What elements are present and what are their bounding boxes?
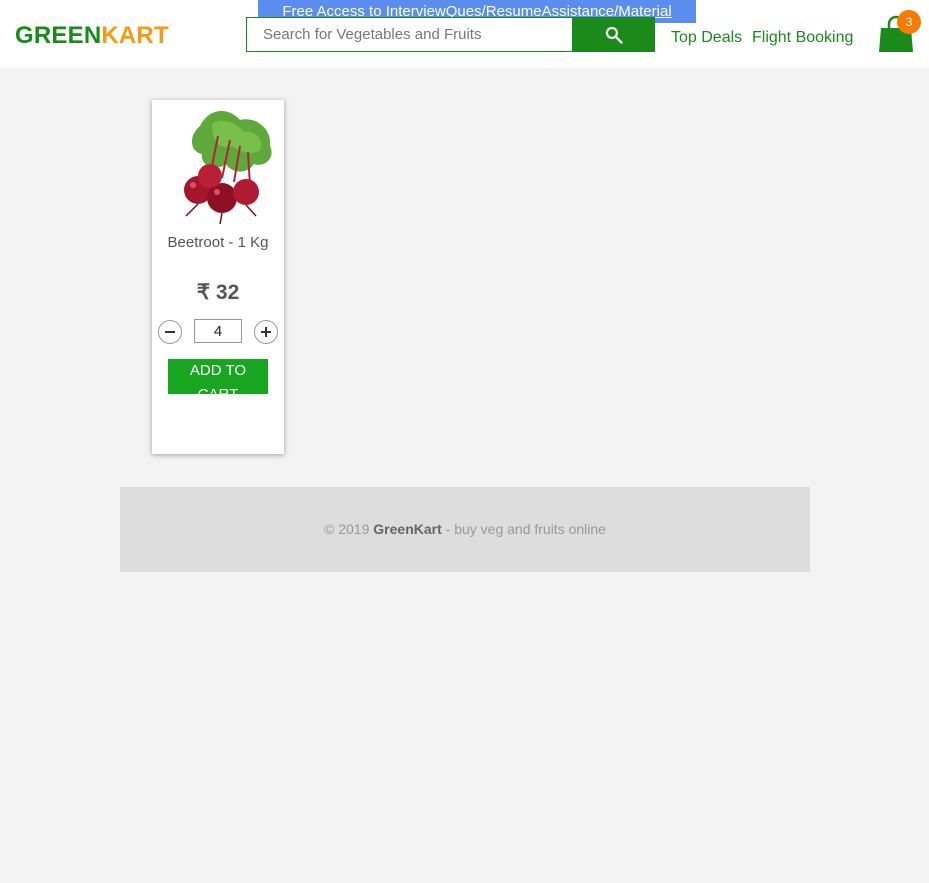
nav-flight-booking[interactable]: Flight Booking [752, 29, 853, 47]
logo[interactable]: GREENKART [15, 22, 169, 50]
logo-green-text: GREEN [15, 22, 102, 49]
footer-suffix: - buy veg and fruits online [441, 521, 606, 537]
product-card: Beetroot - 1 Kg ₹ 32 ADD TO CART [152, 100, 284, 454]
decrement-button[interactable] [158, 320, 182, 344]
search-input[interactable] [246, 17, 573, 52]
plus-icon [261, 327, 271, 337]
search-icon [605, 26, 623, 44]
footer-prefix: © 2019 [324, 521, 374, 537]
quantity-input[interactable] [194, 319, 242, 343]
increment-button[interactable] [254, 320, 278, 344]
nav-top-deals[interactable]: Top Deals [671, 29, 742, 47]
add-to-cart-button[interactable]: ADD TO CART [168, 359, 268, 394]
product-price: ₹ 32 [196, 281, 240, 304]
product-name: Beetroot - 1 Kg [167, 234, 269, 251]
header: Free Access to InterviewQues/ResumeAssis… [0, 0, 929, 68]
footer: © 2019 GreenKart - buy veg and fruits on… [120, 487, 810, 572]
beetroot-image [184, 110, 272, 225]
minus-icon [165, 331, 175, 333]
search-bar [246, 17, 655, 52]
cart-count-badge: 3 [897, 10, 921, 34]
footer-brand: GreenKart [373, 521, 442, 537]
search-button[interactable] [572, 17, 655, 52]
logo-kart-text: KART [101, 22, 169, 49]
